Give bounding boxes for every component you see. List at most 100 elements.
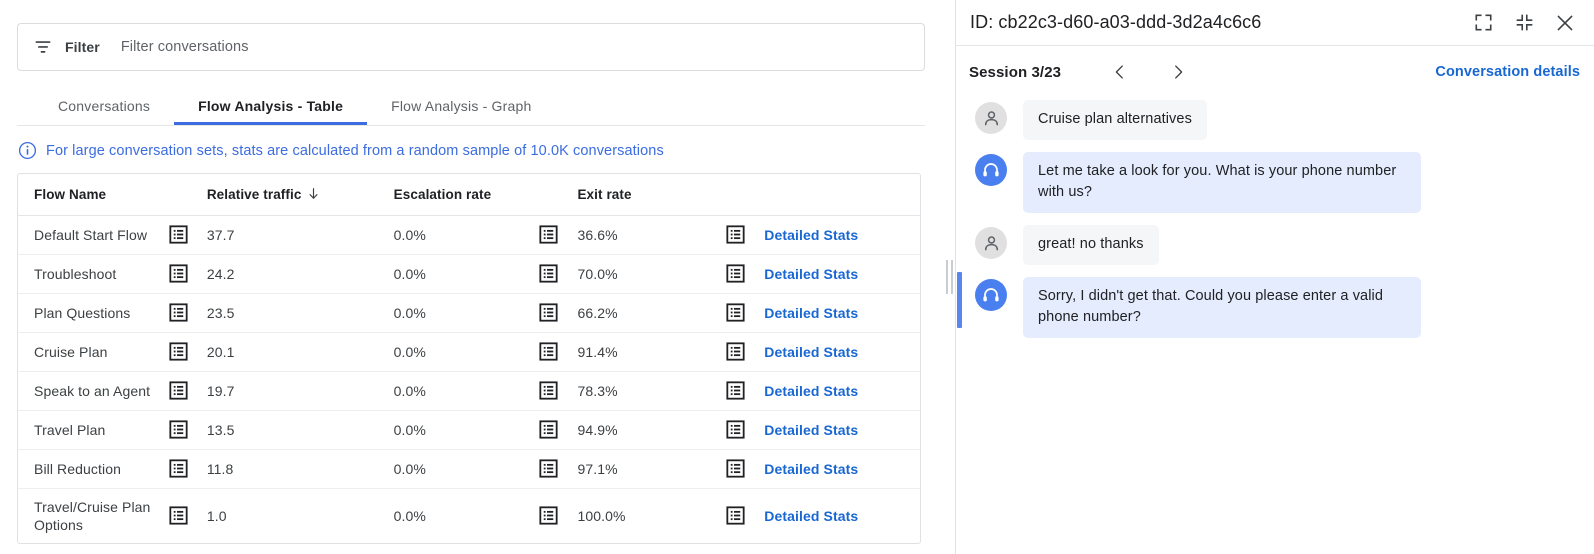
column-header-escalation-rate[interactable]: Escalation rate — [394, 174, 540, 215]
cell-icon-escalation[interactable] — [539, 449, 577, 488]
column-header-exit-rate[interactable]: Exit rate — [577, 174, 726, 215]
table-row[interactable]: Travel Plan 13.5 0.0% — [18, 410, 920, 449]
pane-splitter-handle[interactable] — [943, 0, 955, 554]
table-row[interactable]: Speak to an Agent 19.7 0.0% — [18, 371, 920, 410]
person-icon — [982, 109, 1001, 128]
detailed-stats-link[interactable]: Detailed Stats — [764, 508, 858, 524]
cell-relative-traffic: 1.0 — [207, 488, 394, 543]
cell-actions: Detailed Stats — [764, 371, 920, 410]
cell-icon-traffic[interactable] — [169, 410, 207, 449]
table-head: Flow Name Relative traffic Escalation ra… — [18, 174, 920, 215]
tab-flow-analysis-table[interactable]: Flow Analysis - Table — [174, 86, 367, 125]
cell-exit-rate: 78.3% — [577, 371, 726, 410]
filter-conversations-input[interactable] — [121, 39, 908, 55]
list-view-icon[interactable] — [726, 459, 745, 478]
cell-icon-exit[interactable] — [726, 215, 764, 254]
list-view-icon[interactable] — [539, 303, 558, 322]
column-header-relative-traffic[interactable]: Relative traffic — [207, 174, 394, 215]
list-view-icon[interactable] — [726, 420, 745, 439]
cell-icon-exit[interactable] — [726, 254, 764, 293]
cell-flow-name: Cruise Plan — [18, 332, 169, 371]
tab-conversations[interactable]: Conversations — [34, 86, 174, 125]
list-view-icon[interactable] — [726, 303, 745, 322]
cell-relative-traffic: 24.2 — [207, 254, 394, 293]
cell-icon-escalation[interactable] — [539, 410, 577, 449]
detailed-stats-link[interactable]: Detailed Stats — [764, 227, 858, 243]
cell-icon-traffic[interactable] — [169, 332, 207, 371]
list-view-icon[interactable] — [539, 459, 558, 478]
conversation-details-link[interactable]: Conversation details — [1435, 64, 1580, 80]
list-view-icon[interactable] — [726, 264, 745, 283]
detailed-stats-link[interactable]: Detailed Stats — [764, 422, 858, 438]
cell-icon-exit[interactable] — [726, 449, 764, 488]
table-row[interactable]: Troubleshoot 24.2 0.0% — [18, 254, 920, 293]
close-icon — [1555, 13, 1575, 33]
column-header-flow-name[interactable]: Flow Name — [18, 174, 169, 215]
cell-icon-escalation[interactable] — [539, 293, 577, 332]
table-body: Default Start Flow 37.7 0.0% — [18, 215, 920, 543]
cell-icon-exit[interactable] — [726, 410, 764, 449]
cell-icon-escalation[interactable] — [539, 332, 577, 371]
table-row[interactable]: Travel/Cruise Plan Options 1.0 0.0% — [18, 488, 920, 543]
list-view-icon[interactable] — [539, 506, 558, 525]
cell-icon-escalation[interactable] — [539, 254, 577, 293]
detailed-stats-link[interactable]: Detailed Stats — [764, 461, 858, 477]
avatar — [975, 102, 1007, 134]
list-view-icon[interactable] — [169, 303, 188, 322]
table-row[interactable]: Default Start Flow 37.7 0.0% — [18, 215, 920, 254]
sort-descending-arrow-icon — [307, 187, 320, 201]
list-view-icon[interactable] — [539, 225, 558, 244]
filter-bar[interactable]: Filter — [17, 23, 925, 71]
list-view-icon[interactable] — [169, 225, 188, 244]
cell-icon-traffic[interactable] — [169, 449, 207, 488]
close-button[interactable] — [1550, 8, 1580, 38]
cell-escalation-rate: 0.0% — [394, 293, 540, 332]
table-row[interactable]: Plan Questions 23.5 0.0% — [18, 293, 920, 332]
detailed-stats-link[interactable]: Detailed Stats — [764, 344, 858, 360]
cell-icon-traffic[interactable] — [169, 488, 207, 543]
cell-flow-name: Travel/Cruise Plan Options — [18, 488, 169, 543]
list-view-icon[interactable] — [169, 381, 188, 400]
cell-icon-escalation[interactable] — [539, 371, 577, 410]
cell-flow-name: Travel Plan — [18, 410, 169, 449]
cell-icon-exit[interactable] — [726, 293, 764, 332]
cell-icon-traffic[interactable] — [169, 254, 207, 293]
cell-icon-traffic[interactable] — [169, 215, 207, 254]
expand-button[interactable] — [1468, 8, 1498, 38]
list-view-icon[interactable] — [169, 459, 188, 478]
next-session-button[interactable] — [1161, 55, 1195, 89]
session-navigation-bar: Session 3/23 Conversation details — [956, 46, 1594, 98]
list-view-icon[interactable] — [169, 342, 188, 361]
person-icon — [982, 234, 1001, 253]
collapse-button[interactable] — [1509, 8, 1539, 38]
previous-session-button[interactable] — [1103, 55, 1137, 89]
cell-icon-exit[interactable] — [726, 488, 764, 543]
list-view-icon[interactable] — [539, 420, 558, 439]
cell-icon-escalation[interactable] — [539, 215, 577, 254]
detailed-stats-link[interactable]: Detailed Stats — [764, 383, 858, 399]
detailed-stats-link[interactable]: Detailed Stats — [764, 305, 858, 321]
relative-traffic-sort[interactable]: Relative traffic — [207, 187, 321, 202]
cell-icon-exit[interactable] — [726, 332, 764, 371]
cell-icon-traffic[interactable] — [169, 371, 207, 410]
detailed-stats-link[interactable]: Detailed Stats — [764, 266, 858, 282]
list-view-icon[interactable] — [539, 381, 558, 400]
list-view-icon[interactable] — [169, 264, 188, 283]
list-view-icon[interactable] — [169, 506, 188, 525]
list-view-icon[interactable] — [539, 342, 558, 361]
table-row[interactable]: Bill Reduction 11.8 0.0% — [18, 449, 920, 488]
list-view-icon[interactable] — [169, 420, 188, 439]
cell-icon-traffic[interactable] — [169, 293, 207, 332]
list-view-icon[interactable] — [726, 225, 745, 244]
list-view-icon[interactable] — [726, 381, 745, 400]
tab-flow-analysis-graph[interactable]: Flow Analysis - Graph — [367, 86, 555, 125]
cell-relative-traffic: 13.5 — [207, 410, 394, 449]
list-view-icon[interactable] — [726, 342, 745, 361]
sampling-info-text: For large conversation sets, stats are c… — [46, 143, 664, 159]
list-view-icon[interactable] — [539, 264, 558, 283]
list-view-icon[interactable] — [726, 506, 745, 525]
table-row[interactable]: Cruise Plan 20.1 0.0% — [18, 332, 920, 371]
cell-icon-escalation[interactable] — [539, 488, 577, 543]
cell-escalation-rate: 0.0% — [394, 332, 540, 371]
cell-icon-exit[interactable] — [726, 371, 764, 410]
